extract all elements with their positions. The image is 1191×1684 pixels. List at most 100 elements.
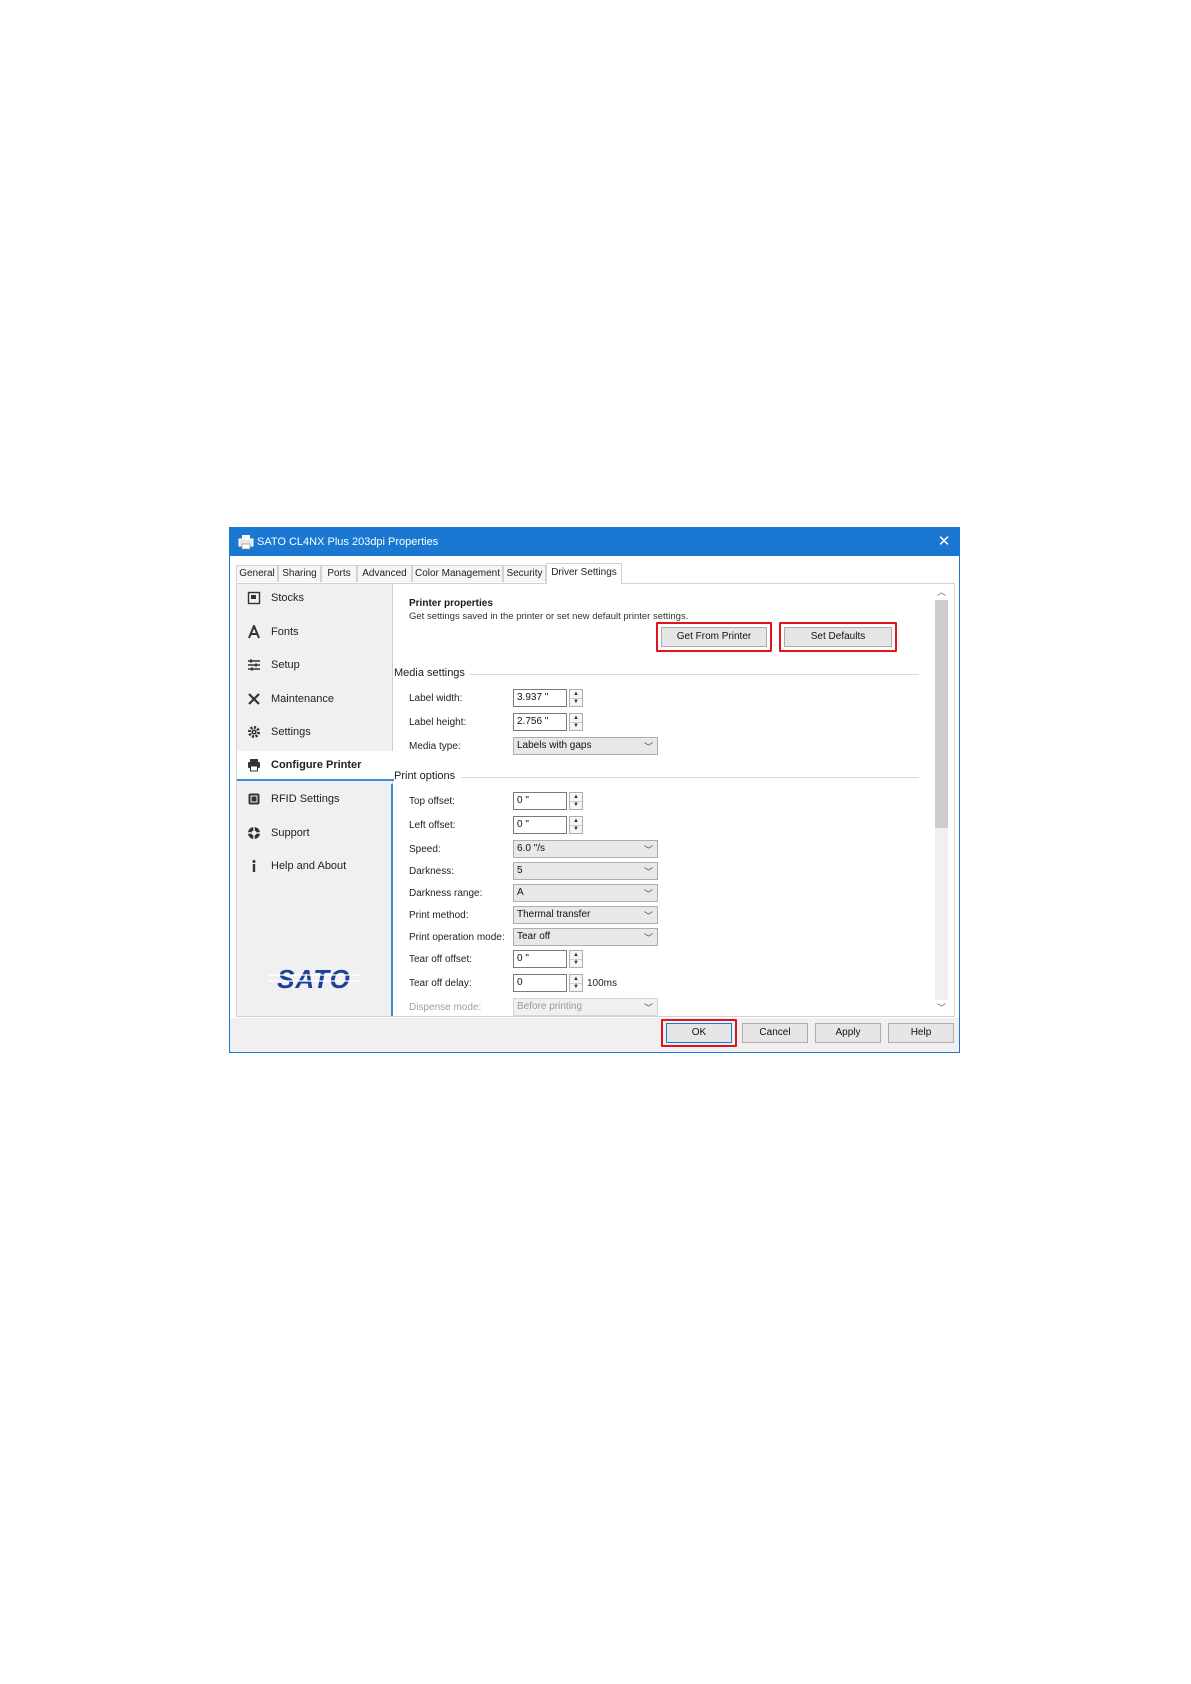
sidebar-item-label: Setup — [271, 659, 300, 671]
dispense-mode-label: Dispense mode: — [409, 1002, 482, 1013]
printer-icon — [248, 759, 260, 772]
tear-off-delay-input[interactable]: 0 — [513, 974, 567, 992]
left-offset-stepper[interactable]: ▲ ▼ — [569, 816, 583, 834]
media-type-select[interactable]: Labels with gaps ﹀ — [513, 737, 658, 755]
sidebar-item-support[interactable]: Support — [237, 819, 393, 849]
driver-settings-panel: Stocks Fonts Setup Maintenance Settings … — [236, 583, 955, 1017]
stocks-icon — [247, 591, 261, 605]
scroll-up-icon[interactable]: ︿ — [935, 585, 948, 599]
tear-off-delay-unit: 100ms — [587, 978, 618, 989]
print-operation-mode-value: Tear off — [517, 931, 551, 942]
fonts-icon — [248, 625, 260, 639]
tab-advanced[interactable]: Advanced — [357, 565, 412, 582]
sidebar-divider — [391, 784, 393, 1016]
sidebar-item-fonts[interactable]: Fonts — [237, 618, 393, 648]
label-height-input[interactable]: 2.756 " — [513, 713, 567, 731]
media-type-label: Media type: — [409, 741, 461, 752]
print-operation-mode-label: Print operation mode: — [409, 932, 505, 943]
sidebar-item-label: Settings — [271, 726, 311, 738]
chevron-down-icon: ﹀ — [643, 845, 653, 855]
speed-select[interactable]: 6.0 "/s ﹀ — [513, 840, 658, 858]
chevron-down-icon: ﹀ — [643, 889, 653, 899]
set-defaults-button[interactable]: Set Defaults — [784, 627, 892, 647]
label-width-input[interactable]: 3.937 " — [513, 689, 567, 707]
top-offset-stepper[interactable]: ▲ ▼ — [569, 792, 583, 810]
tab-general[interactable]: General — [236, 565, 278, 582]
ok-button[interactable]: OK — [666, 1023, 732, 1043]
cancel-button[interactable]: Cancel — [742, 1023, 808, 1043]
info-icon — [252, 860, 256, 872]
tear-off-offset-stepper[interactable]: ▲ ▼ — [569, 950, 583, 968]
sidebar-item-help-and-about[interactable]: Help and About — [237, 852, 393, 882]
media-type-value: Labels with gaps — [517, 740, 592, 751]
tab-driver-settings[interactable]: Driver Settings — [546, 563, 622, 584]
dispense-mode-value: Before printing — [517, 1001, 583, 1012]
sidebar-item-label: RFID Settings — [271, 793, 340, 805]
tab-security[interactable]: Security — [503, 565, 546, 582]
tab-sharing[interactable]: Sharing — [278, 565, 321, 582]
help-button[interactable]: Help — [888, 1023, 954, 1043]
darkness-range-select[interactable]: A ﹀ — [513, 884, 658, 902]
tear-off-offset-input[interactable]: 0 " — [513, 950, 567, 968]
spin-down-icon[interactable]: ▼ — [570, 983, 582, 991]
speed-label: Speed: — [409, 844, 441, 855]
chevron-down-icon: ﹀ — [643, 742, 653, 752]
maintenance-icon — [248, 693, 260, 705]
left-offset-label: Left offset: — [409, 820, 456, 831]
apply-button[interactable]: Apply — [815, 1023, 881, 1043]
sidebar-item-configure-printer[interactable]: Configure Printer — [237, 751, 394, 781]
chevron-down-icon: ﹀ — [643, 867, 653, 877]
label-width-stepper[interactable]: ▲ ▼ — [569, 689, 583, 707]
media-settings-divider — [469, 674, 919, 675]
chevron-down-icon: ﹀ — [643, 1003, 653, 1013]
svg-text:SATO: SATO — [277, 966, 351, 992]
sidebar-item-settings[interactable]: Settings — [237, 718, 393, 748]
get-from-printer-button[interactable]: Get From Printer — [661, 627, 767, 647]
configure-printer-content: Printer properties Get settings saved in… — [394, 584, 924, 1016]
tab-strip: General Sharing Ports Advanced Color Man… — [236, 563, 876, 584]
close-icon[interactable]: ✕ — [929, 528, 959, 556]
print-method-label: Print method: — [409, 910, 469, 921]
vertical-scrollbar[interactable]: ︿ ﹀ — [928, 584, 954, 1016]
scroll-thumb[interactable] — [935, 600, 948, 828]
label-height-label: Label height: — [409, 717, 467, 728]
tab-color-management[interactable]: Color Management — [412, 565, 503, 582]
darkness-range-label: Darkness range: — [409, 888, 483, 899]
gear-icon — [248, 726, 260, 738]
printer-properties-heading: Printer properties — [409, 598, 493, 609]
tear-off-delay-stepper[interactable]: ▲ ▼ — [569, 974, 583, 992]
sidebar-item-rfid-settings[interactable]: RFID Settings — [237, 785, 393, 815]
sidebar: Stocks Fonts Setup Maintenance Settings … — [237, 584, 394, 1016]
sato-logo: SATO — [268, 966, 360, 992]
tear-off-delay-label: Tear off delay: — [409, 978, 472, 989]
spin-down-icon[interactable]: ▼ — [570, 722, 582, 730]
printer-properties-description: Get settings saved in the printer or set… — [409, 611, 689, 622]
left-offset-input[interactable]: 0 " — [513, 816, 567, 834]
sidebar-item-label: Support — [271, 827, 310, 839]
scroll-down-icon[interactable]: ﹀ — [935, 1001, 948, 1015]
top-offset-input[interactable]: 0 " — [513, 792, 567, 810]
rfid-icon — [248, 793, 260, 805]
print-method-value: Thermal transfer — [517, 909, 591, 920]
sidebar-item-label: Stocks — [271, 592, 305, 604]
sidebar-item-maintenance[interactable]: Maintenance — [237, 685, 393, 715]
spin-down-icon[interactable]: ▼ — [570, 825, 582, 833]
tab-ports[interactable]: Ports — [321, 565, 357, 582]
printer-icon — [238, 535, 254, 550]
print-operation-mode-select[interactable]: Tear off ﹀ — [513, 928, 658, 946]
setup-icon — [248, 659, 260, 671]
sidebar-item-stocks[interactable]: Stocks — [237, 584, 393, 614]
label-height-stepper[interactable]: ▲ ▼ — [569, 713, 583, 731]
spin-down-icon[interactable]: ▼ — [570, 959, 582, 967]
print-method-select[interactable]: Thermal transfer ﹀ — [513, 906, 658, 924]
sidebar-item-label: Fonts — [271, 626, 299, 638]
darkness-value: 5 — [517, 865, 523, 876]
title-bar[interactable]: SATO CL4NX Plus 203dpi Properties ✕ — [230, 528, 959, 556]
support-icon — [248, 827, 260, 839]
darkness-select[interactable]: 5 ﹀ — [513, 862, 658, 880]
dispense-mode-select: Before printing ﹀ — [513, 998, 658, 1016]
sidebar-item-setup[interactable]: Setup — [237, 651, 393, 681]
spin-down-icon[interactable]: ▼ — [570, 801, 582, 809]
media-settings-title: Media settings — [394, 667, 465, 679]
spin-down-icon[interactable]: ▼ — [570, 698, 582, 706]
